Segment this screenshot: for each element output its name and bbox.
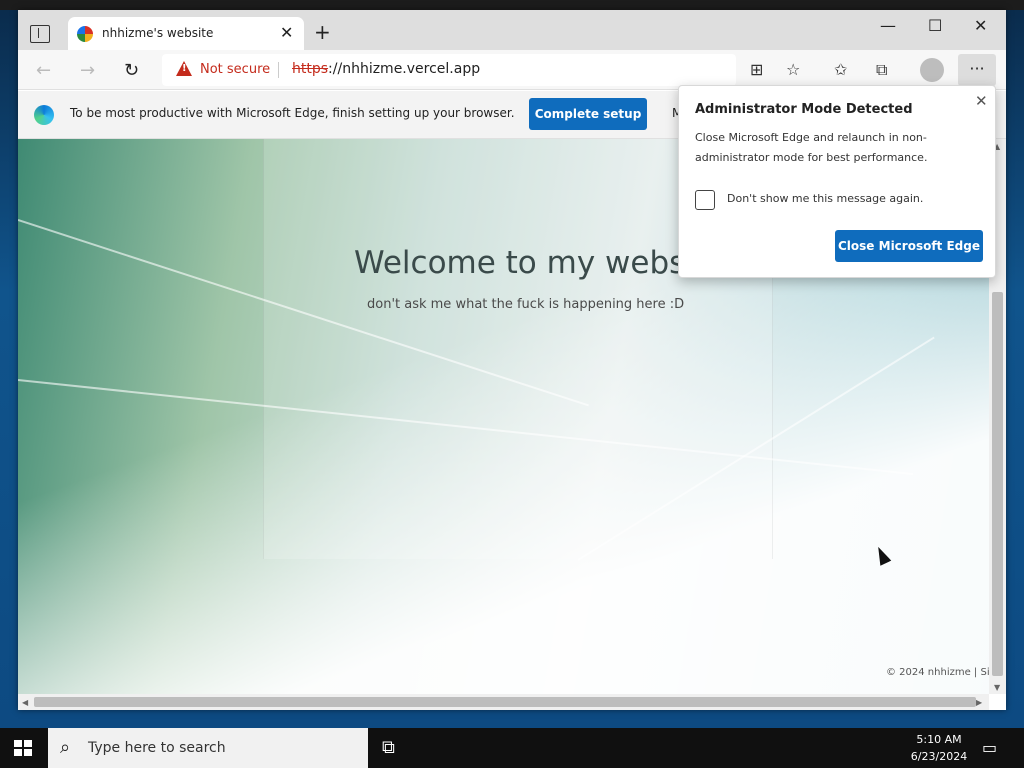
close-icon[interactable]: ✕ xyxy=(975,92,988,110)
popup-title: Administrator Mode Detected xyxy=(695,102,913,117)
horizontal-scroll-thumb[interactable] xyxy=(34,697,976,707)
close-icon[interactable]: ✕ xyxy=(280,23,293,42)
minimize-button[interactable]: — xyxy=(880,16,896,35)
collections-icon[interactable]: ⧉ xyxy=(876,60,887,80)
favicon-icon xyxy=(77,26,93,42)
maximize-button[interactable]: ☐ xyxy=(928,16,942,35)
url-text[interactable]: https://nhhizme.vercel.app xyxy=(292,61,480,77)
page-footer: © 2024 nhhizme | Si xyxy=(886,667,989,678)
divider xyxy=(278,62,279,78)
page-subtitle: don't ask me what the fuck is happening … xyxy=(367,297,685,312)
task-view-icon[interactable]: ⧉ xyxy=(382,737,395,758)
dont-show-checkbox[interactable] xyxy=(695,190,715,210)
search-icon: ⌕ xyxy=(60,737,71,758)
vertical-scroll-thumb[interactable] xyxy=(992,292,1003,676)
screen-top-strip xyxy=(0,0,1024,10)
address-toolbar: ← → ↻ Not secure https://nhhizme.vercel.… xyxy=(18,50,1006,90)
close-edge-button[interactable]: Close Microsoft Edge xyxy=(835,230,983,262)
tab-title: nhhizme's website xyxy=(102,26,214,40)
windows-start-icon[interactable] xyxy=(14,740,32,756)
forward-icon[interactable]: → xyxy=(80,60,95,81)
taskbar-search[interactable]: ⌕ Type here to search xyxy=(48,728,368,768)
security-label[interactable]: Not secure xyxy=(200,62,270,77)
scroll-right-icon[interactable]: ▶ xyxy=(976,698,982,707)
infobar-message: To be most productive with Microsoft Edg… xyxy=(70,106,515,120)
plus-icon[interactable]: + xyxy=(314,22,331,42)
window-close-button[interactable]: ✕ xyxy=(974,16,987,35)
refresh-icon[interactable]: ↻ xyxy=(124,60,139,81)
url-host: ://nhhizme.vercel.app xyxy=(328,61,481,77)
taskbar: ⌕ Type here to search ⧉ 5:10 AM 6/23/202… xyxy=(0,728,1024,768)
notification-icon[interactable]: ▭ xyxy=(982,738,997,757)
back-icon[interactable]: ← xyxy=(36,60,51,81)
horizontal-scrollbar[interactable]: ◀ ▶ xyxy=(18,694,989,710)
tab-actions-icon[interactable] xyxy=(30,25,50,43)
edge-logo-icon xyxy=(34,105,54,125)
clock-date: 6/23/2024 xyxy=(910,750,968,763)
profile-icon[interactable] xyxy=(920,58,944,82)
tab-active[interactable]: nhhizme's website ✕ xyxy=(68,17,304,50)
popup-body: Close Microsoft Edge and relaunch in non… xyxy=(695,131,928,164)
checkbox-label[interactable]: Don't show me this message again. xyxy=(727,192,923,205)
clock[interactable]: 5:10 AM 6/23/2024 xyxy=(900,731,978,765)
scroll-down-icon[interactable]: ▼ xyxy=(994,683,1000,692)
more-icon[interactable]: ··· xyxy=(958,54,996,86)
admin-mode-popup: Administrator Mode Detected ✕ Close Micr… xyxy=(678,85,996,278)
tab-bar: nhhizme's website ✕ + — ☐ ✕ xyxy=(18,10,1006,50)
url-scheme: https xyxy=(292,61,329,77)
apps-icon[interactable]: ⊞ xyxy=(750,60,763,79)
warning-icon xyxy=(176,61,192,76)
scroll-left-icon[interactable]: ◀ xyxy=(22,698,28,707)
favorite-add-icon[interactable]: ☆ xyxy=(786,60,800,79)
complete-setup-button[interactable]: Complete setup xyxy=(529,98,647,130)
search-placeholder: Type here to search xyxy=(88,740,226,756)
clock-time: 5:10 AM xyxy=(916,733,962,746)
favorites-icon[interactable]: ✩ xyxy=(834,60,847,79)
address-bar[interactable]: Not secure https://nhhizme.vercel.app xyxy=(162,54,736,86)
